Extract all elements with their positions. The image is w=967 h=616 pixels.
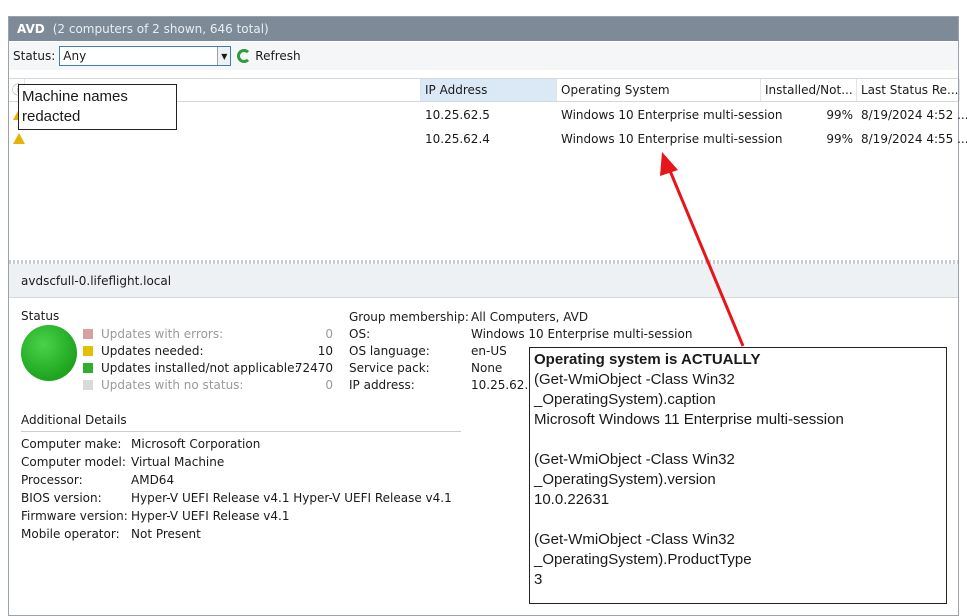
arrow-shaft — [666, 165, 745, 347]
arrowhead-icon — [660, 152, 678, 176]
annotation-arrow — [660, 152, 745, 347]
